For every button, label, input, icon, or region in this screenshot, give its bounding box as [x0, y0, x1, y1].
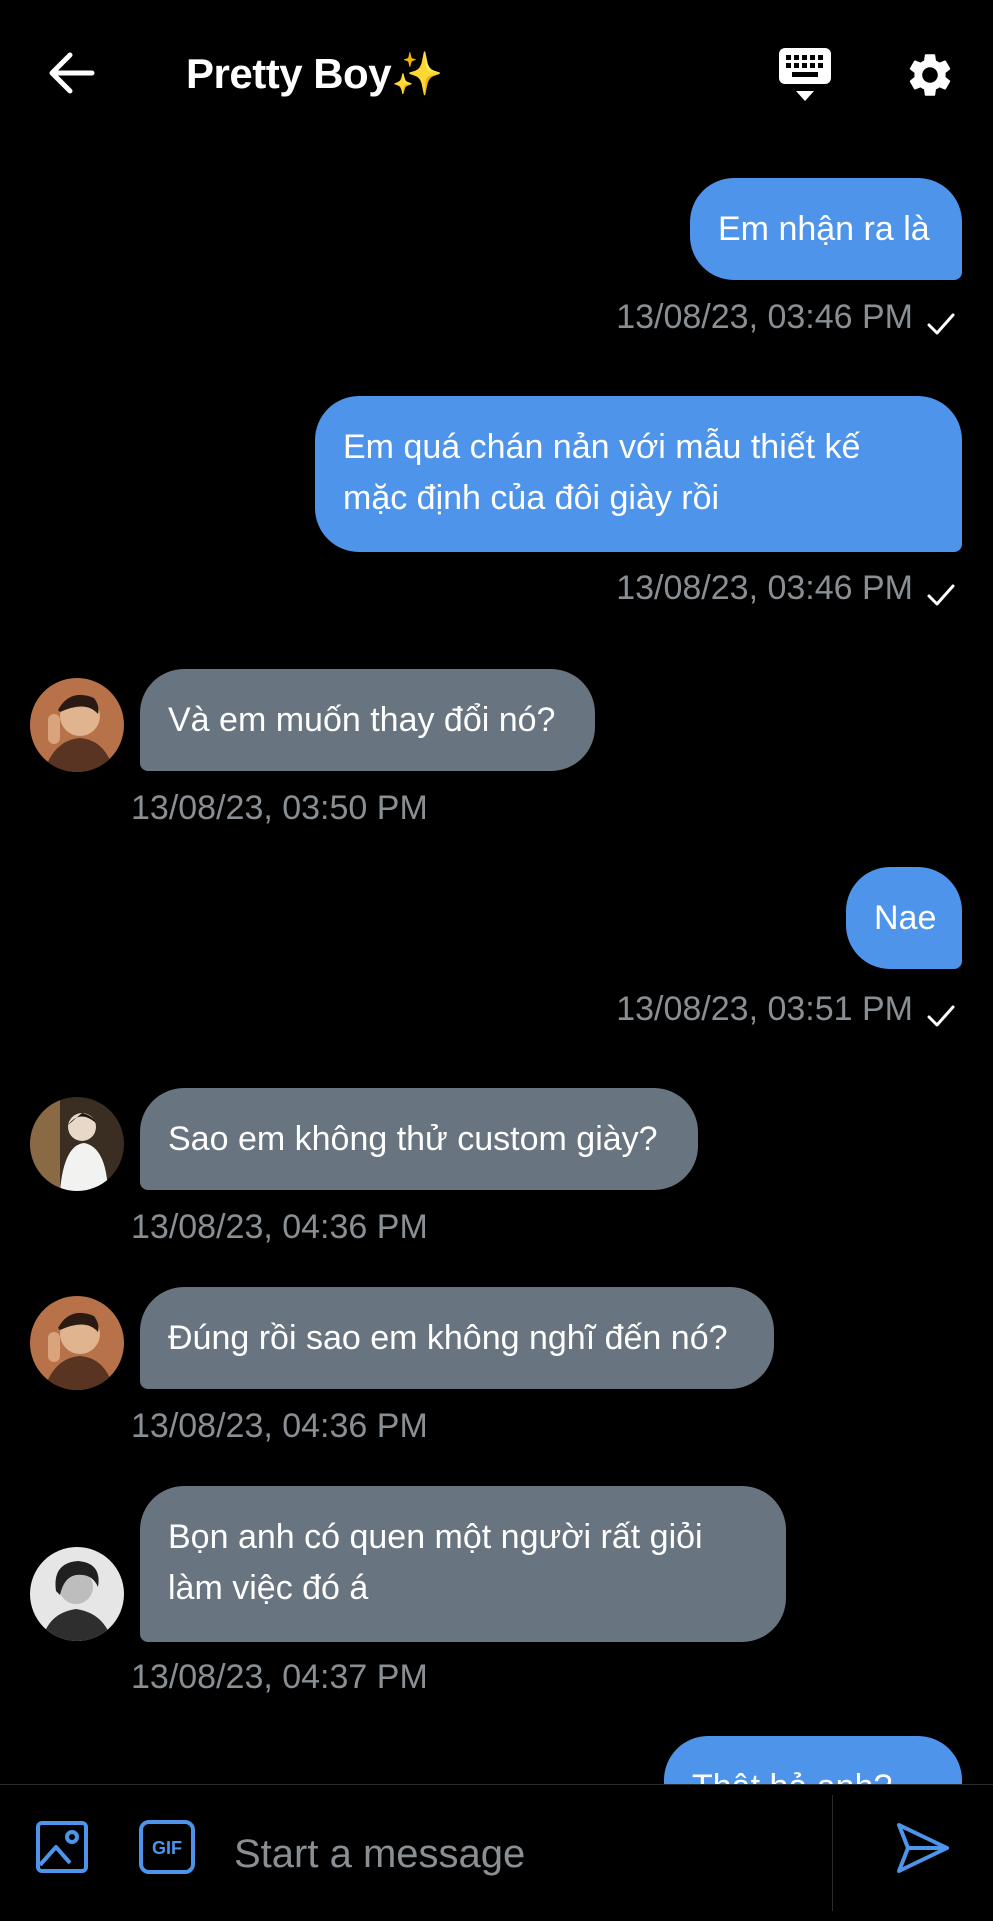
message-timestamp: 13/08/23, 03:46 PM: [616, 569, 913, 607]
avatar[interactable]: [30, 1547, 124, 1641]
message-timestamp: 13/08/23, 04:36 PM: [131, 1407, 428, 1445]
send-icon: [897, 1823, 949, 1873]
check-icon: [927, 313, 955, 335]
message-timestamp: 13/08/23, 03:46 PM: [616, 298, 913, 336]
send-button[interactable]: [888, 1813, 958, 1883]
message-text: Bọn anh có quen một người rất giỏi: [168, 1518, 703, 1556]
message-bubble-incoming[interactable]: Bọn anh có quen một người rất giỏi làm v…: [140, 1486, 786, 1642]
message-text: Em nhận ra là: [718, 210, 930, 248]
keyboard-button[interactable]: [770, 40, 840, 110]
message-composer: GIF: [0, 1784, 993, 1921]
back-button[interactable]: [40, 45, 104, 101]
message-text: Nae: [874, 899, 937, 937]
avatar[interactable]: [30, 678, 124, 772]
message-list[interactable]: Em nhận ra là 13/08/23, 03:46 PM Em quá …: [0, 150, 993, 1785]
message-bubble-incoming[interactable]: Và em muốn thay đổi nó?: [140, 669, 595, 771]
check-icon: [927, 1005, 955, 1027]
gif-label: GIF: [152, 1838, 182, 1858]
avatar[interactable]: [30, 1296, 124, 1390]
divider: [832, 1795, 833, 1911]
message-text: mặc định của đôi giày rồi: [343, 479, 720, 517]
gif-icon: GIF: [139, 1820, 195, 1874]
settings-button[interactable]: [895, 40, 965, 110]
gear-icon: [909, 54, 951, 96]
message-text: Và em muốn thay đổi nó?: [168, 701, 556, 739]
avatar[interactable]: [30, 1097, 124, 1191]
attach-image-button[interactable]: [30, 1815, 94, 1879]
arrow-left-icon: [49, 52, 95, 94]
keyboard-icon: [779, 48, 831, 101]
message-text: Em quá chán nản với mẫu thiết kế: [343, 428, 861, 466]
message-bubble-outgoing[interactable]: Em quá chán nản với mẫu thiết kế mặc địn…: [315, 396, 962, 552]
message-bubble-outgoing[interactable]: Em nhận ra là: [690, 178, 962, 280]
conversation-title[interactable]: Pretty Boy✨: [186, 50, 443, 99]
gif-button[interactable]: GIF: [135, 1815, 199, 1879]
check-icon: [927, 584, 955, 606]
image-icon: [36, 1821, 88, 1873]
message-timestamp: 13/08/23, 04:36 PM: [131, 1208, 428, 1246]
message-bubble-incoming[interactable]: Sao em không thử custom giày?: [140, 1088, 698, 1190]
message-bubble-incoming[interactable]: Đúng rồi sao em không nghĩ đến nó?: [140, 1287, 774, 1389]
message-bubble-outgoing[interactable]: Thật hả anh?: [664, 1736, 962, 1785]
message-timestamp: 13/08/23, 03:50 PM: [131, 789, 428, 827]
message-timestamp: 13/08/23, 04:37 PM: [131, 1658, 428, 1696]
message-text: Sao em không thử custom giày?: [168, 1120, 658, 1158]
message-text: Thật hả anh?: [692, 1762, 934, 1785]
message-text: Đúng rồi sao em không nghĩ đến nó?: [168, 1319, 728, 1357]
message-timestamp: 13/08/23, 03:51 PM: [616, 990, 913, 1028]
message-bubble-outgoing[interactable]: Nae: [846, 867, 962, 969]
message-text: làm việc đó á: [168, 1569, 369, 1607]
message-input[interactable]: [232, 1805, 826, 1903]
chat-header: Pretty Boy✨: [0, 0, 993, 150]
